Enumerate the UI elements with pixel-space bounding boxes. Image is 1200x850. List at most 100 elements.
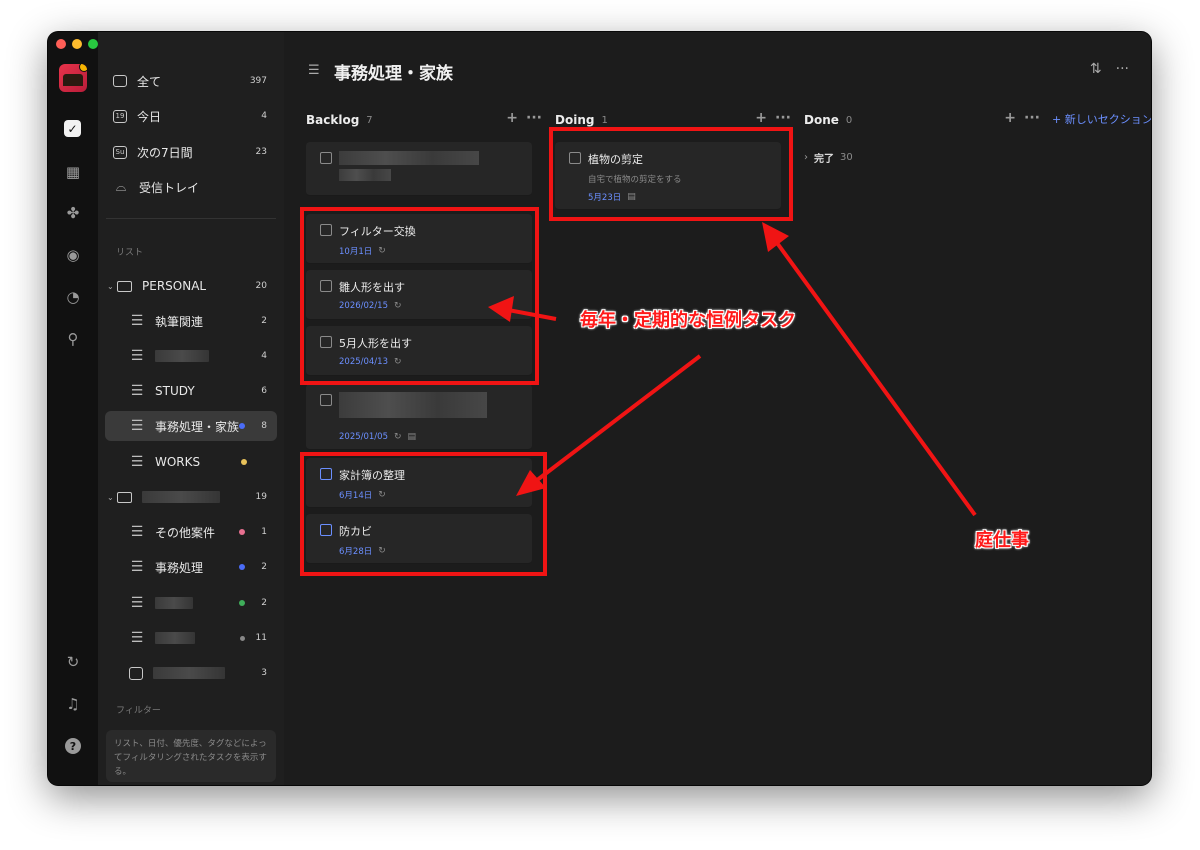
column-more-icon[interactable]: ···	[526, 110, 542, 126]
redacted-label	[155, 597, 193, 609]
tasks-check-icon[interactable]: ✓	[64, 120, 81, 137]
sidebar-folder-personal[interactable]: ⌄ PERSONAL 20	[105, 271, 277, 301]
column-doing: Doing 1 + ···	[555, 110, 791, 130]
sidebar-item-next7days[interactable]: Su 次の7日間 23	[105, 137, 277, 167]
add-task-icon[interactable]: +	[1004, 110, 1016, 126]
calendar-icon[interactable]: ▦	[63, 162, 83, 182]
four-squares-icon[interactable]: ✤	[63, 203, 83, 223]
column-done: Done 0 + ···	[804, 110, 1040, 130]
sidebar-item-count: 8	[261, 421, 267, 431]
avatar[interactable]	[59, 64, 87, 92]
new-section-label: + 新しいセクション	[1052, 113, 1151, 126]
task-checkbox[interactable]	[320, 224, 332, 236]
sidebar-item-label: WORKS	[155, 455, 201, 469]
sidebar-item-count: 6	[261, 386, 267, 396]
sidebar-item-label: 受信トレイ	[139, 180, 200, 195]
column-header: Doing 1 + ···	[555, 110, 791, 130]
sidebar-item-label: 次の7日間	[137, 145, 193, 160]
redacted-meta	[339, 169, 391, 181]
board-toolbar: ⇅ ···	[1090, 61, 1129, 77]
sidebar-item-admin[interactable]: ☰ 事務処理 2	[105, 552, 277, 582]
task-card-household-budget[interactable]: 家計簿の整理 6月14日 ↻	[306, 458, 532, 508]
chevron-down-icon: ⌄	[107, 492, 114, 502]
list-lines-icon: ☰	[130, 348, 144, 364]
sidebar-item-label: STUDY	[155, 384, 195, 398]
sidebar-item-redacted-2[interactable]: ☰ 2	[105, 588, 277, 618]
column-more-icon[interactable]: ···	[1024, 110, 1040, 126]
filters-hint[interactable]: リスト、日付、優先度、タグなどによってフィルタリングされたタスクを表示する。	[106, 730, 276, 782]
sidebar-item-other-projects[interactable]: ☰ その他案件 1	[105, 517, 277, 547]
focus-target-icon[interactable]: ◉	[63, 245, 83, 265]
sidebar-item-redacted-3[interactable]: ☰ 11	[105, 623, 277, 653]
completed-group-toggle[interactable]: › 完了 30	[804, 150, 853, 165]
sidebar-item-label: PERSONAL	[142, 279, 207, 293]
sidebar-item-redacted-1[interactable]: ☰ 4	[105, 341, 277, 371]
filters-heading: フィルター	[116, 706, 161, 716]
column-header: Backlog 7 + ···	[306, 110, 542, 130]
task-title: 植物の剪定	[588, 153, 643, 166]
task-card-filter[interactable]: フィルター交換 10月1日 ↻	[306, 214, 532, 264]
completed-group-label: 完了	[814, 154, 834, 165]
repeat-icon: ↻	[378, 490, 386, 500]
sidebar-item-count: 3	[261, 668, 267, 678]
help-icon[interactable]: ?	[63, 736, 83, 756]
sidebar-item-study[interactable]: ☰ STUDY 6	[105, 376, 277, 406]
sidebar-item-writing[interactable]: ☰ 執筆関連 2	[105, 306, 277, 336]
task-card-hina[interactable]: 雛人形を出す 2026/02/15 ↻	[306, 270, 532, 320]
task-card-may-doll[interactable]: 5月人形を出す 2025/04/13 ↻	[306, 326, 532, 376]
search-icon[interactable]: ⚲	[63, 329, 83, 349]
column-header: Done 0 + ···	[804, 110, 1040, 130]
folder-icon	[117, 280, 132, 292]
list-color-dot	[239, 600, 245, 606]
sidebar-item-all[interactable]: 全て 397	[105, 66, 277, 96]
sidebar-item-today[interactable]: 19 今日 4	[105, 101, 277, 131]
task-checkbox[interactable]	[569, 152, 581, 164]
sidebar-item-count: 2	[261, 598, 267, 608]
list-lines-icon: ☰	[130, 559, 144, 575]
task-checkbox[interactable]	[320, 280, 332, 292]
sidebar-item-works[interactable]: ☰ WORKS	[105, 447, 277, 477]
note-icon: ▤	[407, 432, 417, 442]
redacted-label	[142, 491, 220, 503]
task-card-anti-mold[interactable]: 防カビ 6月28日 ↻	[306, 514, 532, 564]
task-checkbox[interactable]	[320, 336, 332, 348]
task-checkbox[interactable]	[320, 394, 332, 406]
tray-icon: ⌓	[115, 179, 127, 195]
note-icon: ▤	[627, 192, 636, 202]
bell-icon[interactable]: ♫	[63, 694, 83, 714]
add-task-icon[interactable]: +	[755, 110, 767, 126]
sidebar-item-admin-family[interactable]: ☰ 事務処理・家族 8	[105, 411, 277, 441]
list-lines-icon: ☰	[130, 454, 144, 470]
page-title: 事務処理・家族	[334, 64, 453, 84]
task-checkbox[interactable]	[320, 468, 332, 480]
clock-icon[interactable]: ◔	[63, 287, 83, 307]
annotation-recurring-label: 毎年・定期的な恒例タスク	[580, 310, 796, 331]
task-card-redacted-2[interactable]: 2025/01/05 ↻ ▤	[306, 384, 532, 450]
task-card-pruning[interactable]: 植物の剪定 自宅で植物の剪定をする 5月23日 ▤	[555, 142, 781, 210]
task-checkbox[interactable]	[320, 152, 332, 164]
task-card-redacted-1[interactable]	[306, 142, 532, 196]
task-description: 自宅で植物の剪定をする	[588, 175, 682, 185]
sidebar-item-redacted-4[interactable]: 3	[105, 658, 277, 688]
sync-icon[interactable]: ↻	[63, 652, 83, 672]
redacted-label	[155, 632, 195, 644]
add-task-icon[interactable]: +	[506, 110, 518, 126]
sidebar-folder-redacted[interactable]: ⌄ 19	[105, 482, 277, 512]
column-title: Done	[804, 113, 839, 127]
column-more-icon[interactable]: ···	[775, 110, 791, 126]
task-checkbox[interactable]	[320, 524, 332, 536]
minimize-window-button[interactable]	[72, 39, 82, 49]
nav-rail: ✓ ▦ ✤ ◉ ◔ ⚲ ↻ ♫ ?	[48, 32, 98, 785]
list-collapse-icon[interactable]: ☰	[308, 63, 320, 78]
list-lines-icon: ☰	[130, 524, 144, 540]
more-icon[interactable]: ···	[1116, 61, 1129, 77]
sort-icon[interactable]: ⇅	[1090, 61, 1102, 77]
zoom-window-button[interactable]	[88, 39, 98, 49]
new-section-button[interactable]: + 新しいセクション	[1052, 110, 1151, 130]
close-window-button[interactable]	[56, 39, 66, 49]
sidebar-item-count: 4	[261, 351, 267, 361]
sidebar-item-count: 20	[255, 281, 267, 291]
sidebar-item-count: 4	[261, 111, 267, 121]
sidebar-item-inbox[interactable]: ⌓ 受信トレイ	[105, 172, 277, 202]
task-date-text: 2025/04/13	[339, 357, 388, 367]
